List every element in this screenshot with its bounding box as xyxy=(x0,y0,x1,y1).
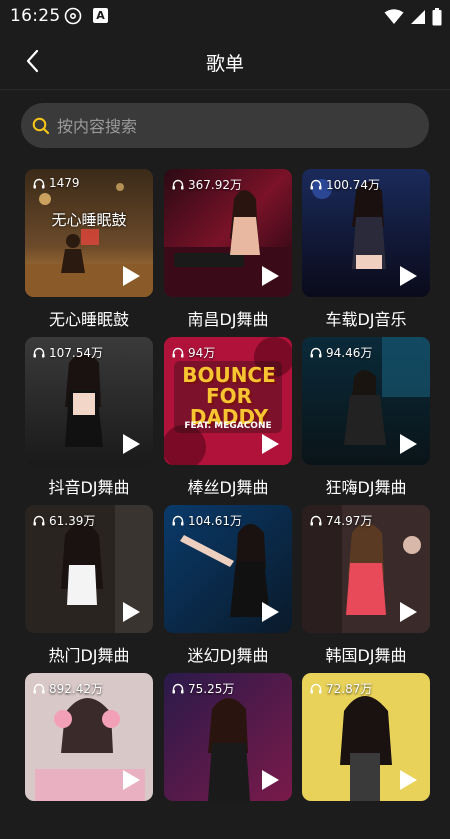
headphone-icon xyxy=(172,515,184,526)
play-icon[interactable] xyxy=(121,433,141,455)
playlist-title[interactable]: 热门DJ舞曲 xyxy=(19,642,159,666)
play-count: 94万 xyxy=(172,344,215,361)
play-count-value: 72.87万 xyxy=(326,682,373,696)
playlist-card[interactable]: 107.54万 抖音DJ舞曲 xyxy=(25,337,153,503)
header-divider xyxy=(0,89,450,90)
play-icon[interactable] xyxy=(260,601,280,623)
status-indicators xyxy=(384,8,442,26)
playlist-card[interactable]: 94.46万 狂嗨DJ舞曲 xyxy=(302,337,430,503)
playlist-card[interactable]: 892.42万 xyxy=(25,673,153,839)
play-icon[interactable] xyxy=(260,769,280,791)
page-title: 歌单 xyxy=(205,53,244,75)
headphone-icon xyxy=(310,179,322,190)
play-count: 367.92万 xyxy=(172,176,242,193)
playlist-card[interactable]: 无心睡眠鼓 1479 无心睡眠鼓 xyxy=(25,169,153,335)
play-icon[interactable] xyxy=(398,769,418,791)
playlist-cover[interactable]: 74.97万 xyxy=(302,505,430,633)
playlist-title[interactable]: 车载DJ音乐 xyxy=(296,306,436,330)
headphone-icon xyxy=(310,347,322,358)
playlist-title[interactable]: 南昌DJ舞曲 xyxy=(158,306,298,330)
playlist-cover[interactable]: 107.54万 xyxy=(25,337,153,465)
playlist-cover[interactable]: 75.25万 xyxy=(164,673,292,801)
playlist-card[interactable]: 72.87万 xyxy=(302,673,430,839)
play-count: 892.42万 xyxy=(33,680,103,697)
play-count: 1479 xyxy=(33,176,80,190)
playlist-title[interactable]: 韩国DJ舞曲 xyxy=(296,642,436,666)
headphone-icon xyxy=(172,347,184,358)
playlist-title[interactable]: 抖音DJ舞曲 xyxy=(19,474,159,498)
play-count-value: 74.97万 xyxy=(326,514,373,528)
playlist-cover[interactable]: BOUNCE FOR DADDY FEAT. MEGACONE 94万 xyxy=(164,337,292,465)
play-count-value: 367.92万 xyxy=(188,178,242,192)
playlist-cover[interactable]: 100.74万 xyxy=(302,169,430,297)
playlist-card[interactable]: 74.97万 韩国DJ舞曲 xyxy=(302,505,430,671)
search-bar[interactable] xyxy=(21,103,429,150)
playlist-cover[interactable]: 72.87万 xyxy=(302,673,430,801)
playlist-card[interactable]: 100.74万 车载DJ音乐 xyxy=(302,169,430,335)
play-count-value: 104.61万 xyxy=(188,514,242,528)
playlist-title[interactable]: 狂嗨DJ舞曲 xyxy=(296,474,436,498)
playlist-card[interactable]: 61.39万 热门DJ舞曲 xyxy=(25,505,153,671)
disc-icon xyxy=(64,7,82,25)
play-icon[interactable] xyxy=(398,433,418,455)
playlist-card[interactable]: BOUNCE FOR DADDY FEAT. MEGACONE 94万 棒丝DJ… xyxy=(164,337,292,503)
play-count: 74.97万 xyxy=(310,512,372,529)
play-icon[interactable] xyxy=(121,265,141,287)
battery-icon xyxy=(432,8,442,26)
playlist-card[interactable]: 367.92万 南昌DJ舞曲 xyxy=(164,169,292,335)
play-count-value: 107.54万 xyxy=(49,346,103,360)
wifi-icon xyxy=(384,9,404,24)
play-icon[interactable] xyxy=(398,601,418,623)
cover-caption: BOUNCE FOR DADDY xyxy=(182,363,276,429)
cover-subcaption: FEAT. MEGACONE xyxy=(184,421,272,431)
a-badge-icon: A xyxy=(93,8,108,23)
signal-icon xyxy=(411,10,425,24)
playlist-cover[interactable]: 367.92万 xyxy=(164,169,292,297)
playlist-card[interactable]: 104.61万 迷幻DJ舞曲 xyxy=(164,505,292,671)
playlist-cover[interactable]: 61.39万 xyxy=(25,505,153,633)
playlist-cover[interactable]: 104.61万 xyxy=(164,505,292,633)
play-count: 75.25万 xyxy=(172,680,234,697)
playlist-cover[interactable]: 无心睡眠鼓 1479 xyxy=(25,169,153,297)
status-bar: 16:25 A xyxy=(0,0,450,34)
play-count: 104.61万 xyxy=(172,512,242,529)
play-icon[interactable] xyxy=(121,601,141,623)
play-count: 72.87万 xyxy=(310,680,372,697)
playlist-title[interactable]: 迷幻DJ舞曲 xyxy=(158,642,298,666)
playlist-card[interactable]: 75.25万 xyxy=(164,673,292,839)
play-icon[interactable] xyxy=(121,769,141,791)
headphone-icon xyxy=(33,683,45,694)
headphone-icon xyxy=(172,683,184,694)
app-header: 歌单 xyxy=(0,34,450,88)
play-count-value: 892.42万 xyxy=(49,682,103,696)
play-count: 94.46万 xyxy=(310,344,372,361)
play-icon[interactable] xyxy=(260,433,280,455)
play-count-value: 100.74万 xyxy=(326,178,380,192)
playlist-cover[interactable]: 892.42万 xyxy=(25,673,153,801)
playlist-title[interactable]: 棒丝DJ舞曲 xyxy=(158,474,298,498)
search-icon xyxy=(32,117,50,135)
status-time: 16:25 xyxy=(10,6,61,26)
play-icon[interactable] xyxy=(260,265,280,287)
cover-caption: 无心睡眠鼓 xyxy=(51,211,127,229)
playlist-title[interactable]: 无心睡眠鼓 xyxy=(19,306,159,330)
play-count-value: 75.25万 xyxy=(188,682,235,696)
play-count-value: 94万 xyxy=(188,346,216,360)
play-count-value: 1479 xyxy=(49,176,80,190)
playlist-cover[interactable]: 94.46万 xyxy=(302,337,430,465)
play-count-value: 94.46万 xyxy=(326,346,373,360)
play-count: 107.54万 xyxy=(33,344,103,361)
play-count: 100.74万 xyxy=(310,176,380,193)
play-icon[interactable] xyxy=(398,265,418,287)
play-count-value: 61.39万 xyxy=(49,514,96,528)
search-input[interactable] xyxy=(55,103,419,150)
play-count: 61.39万 xyxy=(33,512,95,529)
headphone-icon xyxy=(310,515,322,526)
headphone-icon xyxy=(33,178,45,188)
headphone-icon xyxy=(310,683,322,694)
headphone-icon xyxy=(172,179,184,190)
headphone-icon xyxy=(33,347,45,358)
headphone-icon xyxy=(33,515,45,526)
